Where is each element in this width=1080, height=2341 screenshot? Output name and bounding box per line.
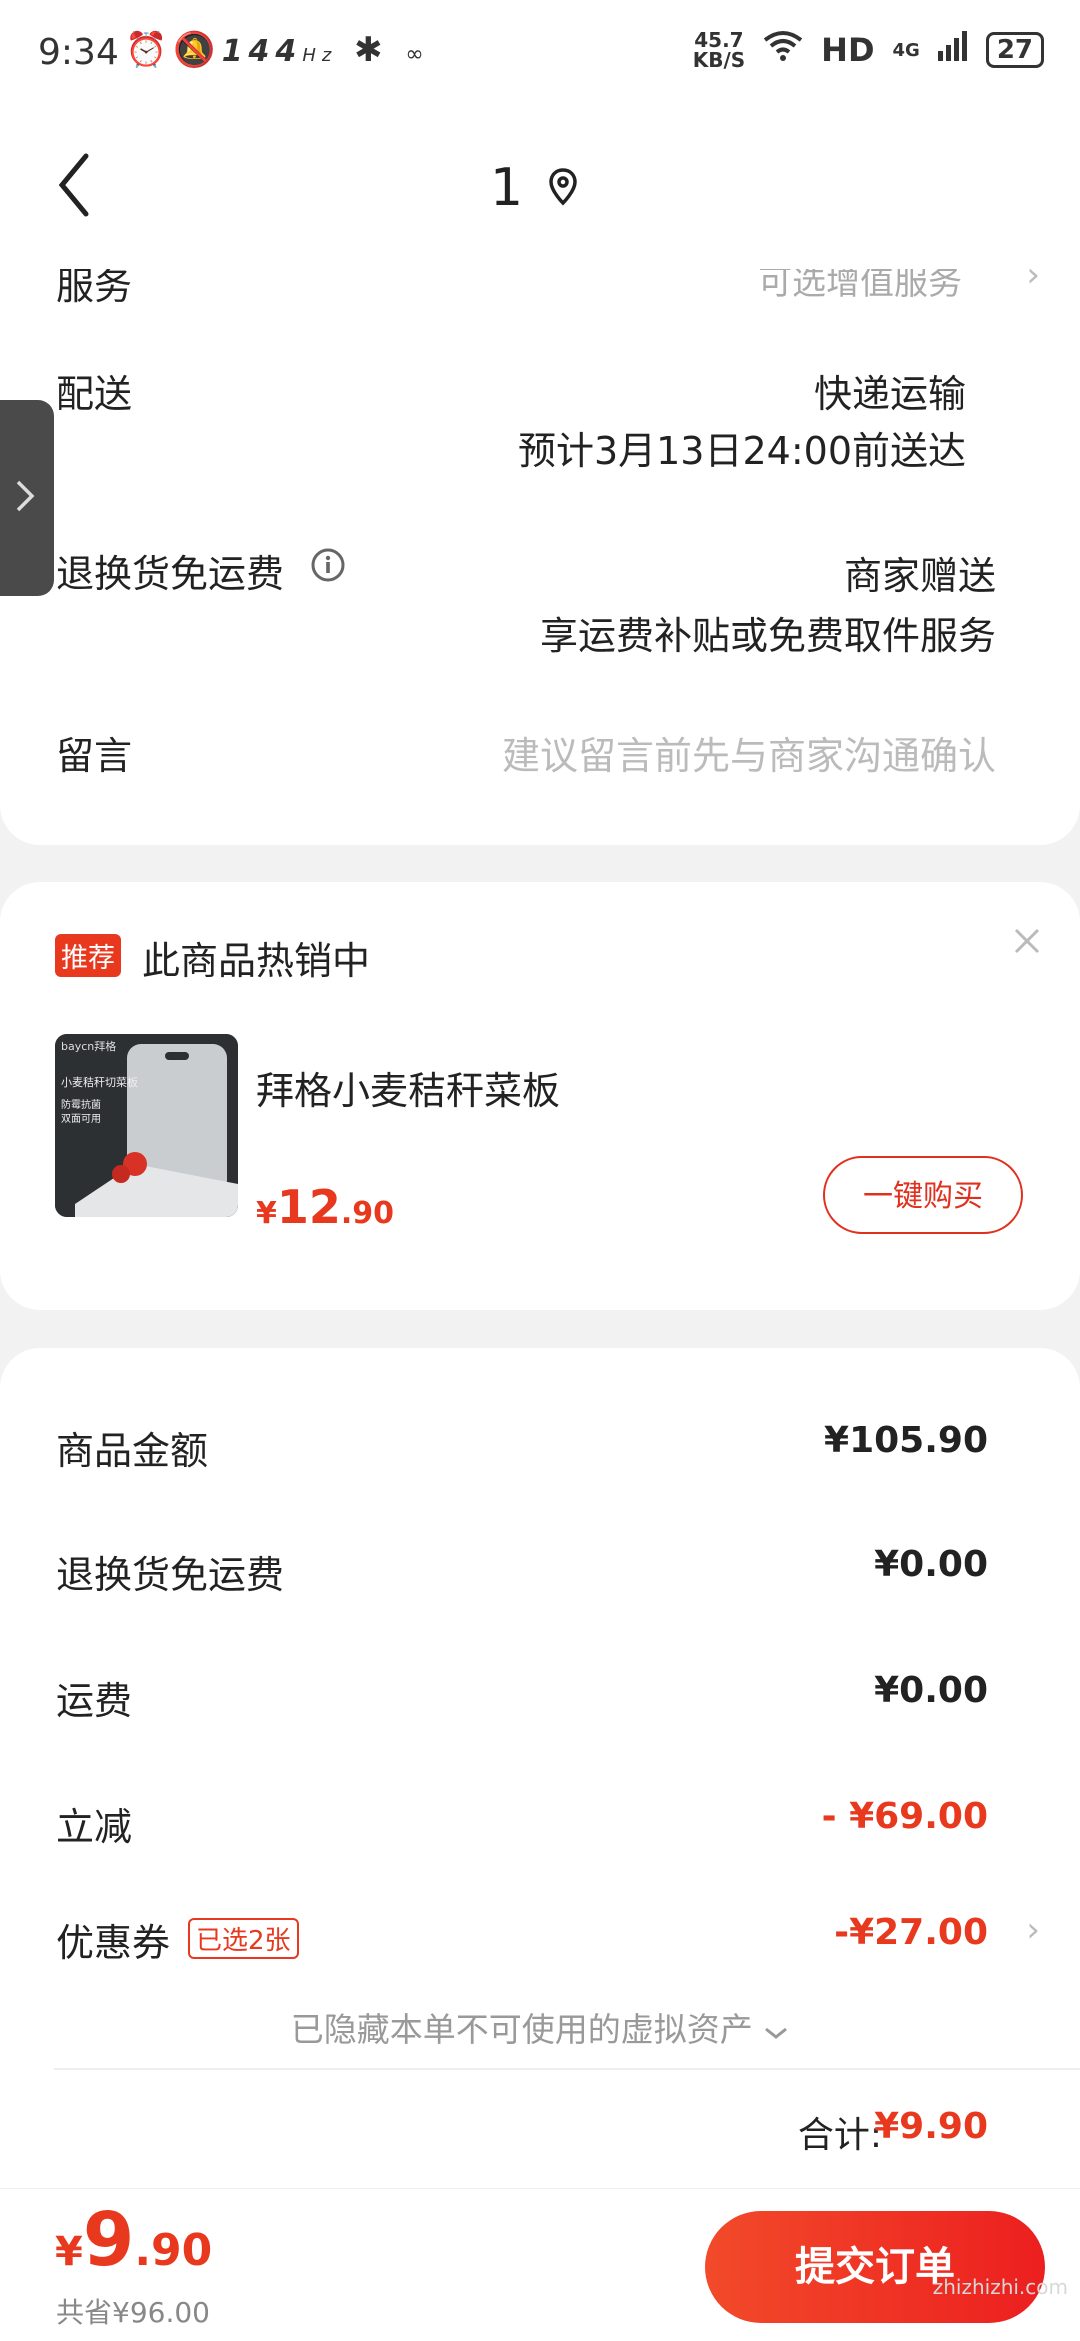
discount-label: 立减 <box>56 1805 133 1849</box>
close-icon[interactable] <box>1012 926 1042 960</box>
product-price: ¥12.90 <box>256 1180 395 1234</box>
chevron-down-icon <box>763 2010 789 2049</box>
link-icon: ∞ <box>405 42 430 67</box>
message-label: 留言 <box>56 734 133 778</box>
net-speed: 45.7 KB/S <box>692 28 746 72</box>
coupon-label: 优惠券 <box>56 1921 171 1965</box>
coupon-tag[interactable]: 已选2张 <box>188 1918 299 1959</box>
location-pin-icon[interactable] <box>548 168 582 208</box>
product-name[interactable]: 拜格小麦秸秆菜板 <box>256 1060 560 1115</box>
recommend-title: 此商品热销中 <box>142 939 371 983</box>
bottom-bar: ¥9.90 共省¥96.00 提交订单 zhizhizhi.com <box>0 2188 1080 2341</box>
chevron-right-icon[interactable]: › <box>1026 269 1040 295</box>
battery-icon: 27 <box>985 32 1044 68</box>
return-fee-label: 退换货免运费 <box>56 1553 285 1597</box>
total-label: 合计: <box>797 2115 882 2156</box>
wifi-icon <box>763 30 803 70</box>
return-desc: 享运费补贴或免费取件服务 <box>539 614 996 658</box>
chevron-right-icon <box>14 478 36 518</box>
saved-amount: 共省¥96.00 <box>56 2296 210 2329</box>
delivery-eta: 预计3月13日24:00前送达 <box>517 429 966 473</box>
bluetooth-icon: ✱ <box>354 30 389 70</box>
shipping-label: 运费 <box>56 1679 133 1723</box>
service-value[interactable]: 可选增值服务 <box>758 269 962 304</box>
mute-icon: 🔕 <box>173 30 222 70</box>
recommend-tag: 推荐 <box>55 934 121 977</box>
one-click-buy-button[interactable]: 一键购买 <box>823 1156 1023 1234</box>
service-label: 服务 <box>56 264 133 308</box>
status-left-icons: ⏰🔕144Hz ✱ ∞ <box>125 30 430 70</box>
back-icon[interactable] <box>56 150 92 220</box>
recommend-card: 推荐 此商品热销中 baycn拜格 小麦秸秆切菜板 防霉抗菌 双面可用 拜格小麦… <box>0 882 1080 1310</box>
discount-value: - ¥69.00 <box>821 1796 988 1837</box>
refresh-rate: 144 <box>221 34 303 69</box>
coupon-value[interactable]: -¥27.00 <box>834 1912 988 1953</box>
submit-order-button[interactable]: 提交订单 <box>705 2211 1045 2323</box>
alarm-icon: ⏰ <box>125 30 174 70</box>
chevron-right-icon[interactable]: › <box>1026 1910 1040 1950</box>
final-price: ¥9.90 <box>55 2197 213 2283</box>
status-right-icons: 45.7 KB/S HD 4G 27 <box>693 30 1044 70</box>
watermark: zhizhizhi.com <box>932 2275 1068 2299</box>
return-fee-value: ¥0.00 <box>874 1544 988 1585</box>
shipping-value: ¥0.00 <box>874 1670 988 1711</box>
signal-icon <box>937 31 968 69</box>
status-bar: 9:34 ⏰🔕144Hz ✱ ∞ 45.7 KB/S HD 4G 27 <box>0 0 1080 110</box>
network-type: 4G <box>892 39 920 61</box>
goods-amount-value: ¥105.90 <box>824 1420 988 1461</box>
order-info-card: 服务 可选增值服务 › 配送 快递运输 预计3月13日24:00前送达 退换货免… <box>0 225 1080 845</box>
delivery-label: 配送 <box>56 372 133 416</box>
page-title: 1 <box>490 158 524 218</box>
return-value: 商家赠送 <box>843 554 996 598</box>
return-label: 退换货免运费 <box>56 552 285 596</box>
delivery-value[interactable]: 快递运输 <box>814 363 966 418</box>
product-image[interactable]: baycn拜格 小麦秸秆切菜板 防霉抗菌 双面可用 <box>55 1034 238 1217</box>
goods-amount-label: 商品金额 <box>56 1429 209 1473</box>
message-input[interactable]: 建议留言前先与商家沟通确认 <box>502 725 996 780</box>
info-icon[interactable] <box>310 547 346 587</box>
hidden-assets-toggle[interactable]: 已隐藏本单不可使用的虚拟资产 <box>0 2003 1080 2051</box>
status-time: 9:34 <box>38 32 119 73</box>
total-value: ¥9.90 <box>874 2106 988 2147</box>
divider <box>54 2068 1080 2070</box>
price-summary-card: 商品金额 ¥105.90 退换货免运费 ¥0.00 运费 ¥0.00 立减 - … <box>0 1348 1080 2188</box>
hd-icon: HD <box>821 31 875 69</box>
side-expand-tab[interactable] <box>0 400 54 596</box>
